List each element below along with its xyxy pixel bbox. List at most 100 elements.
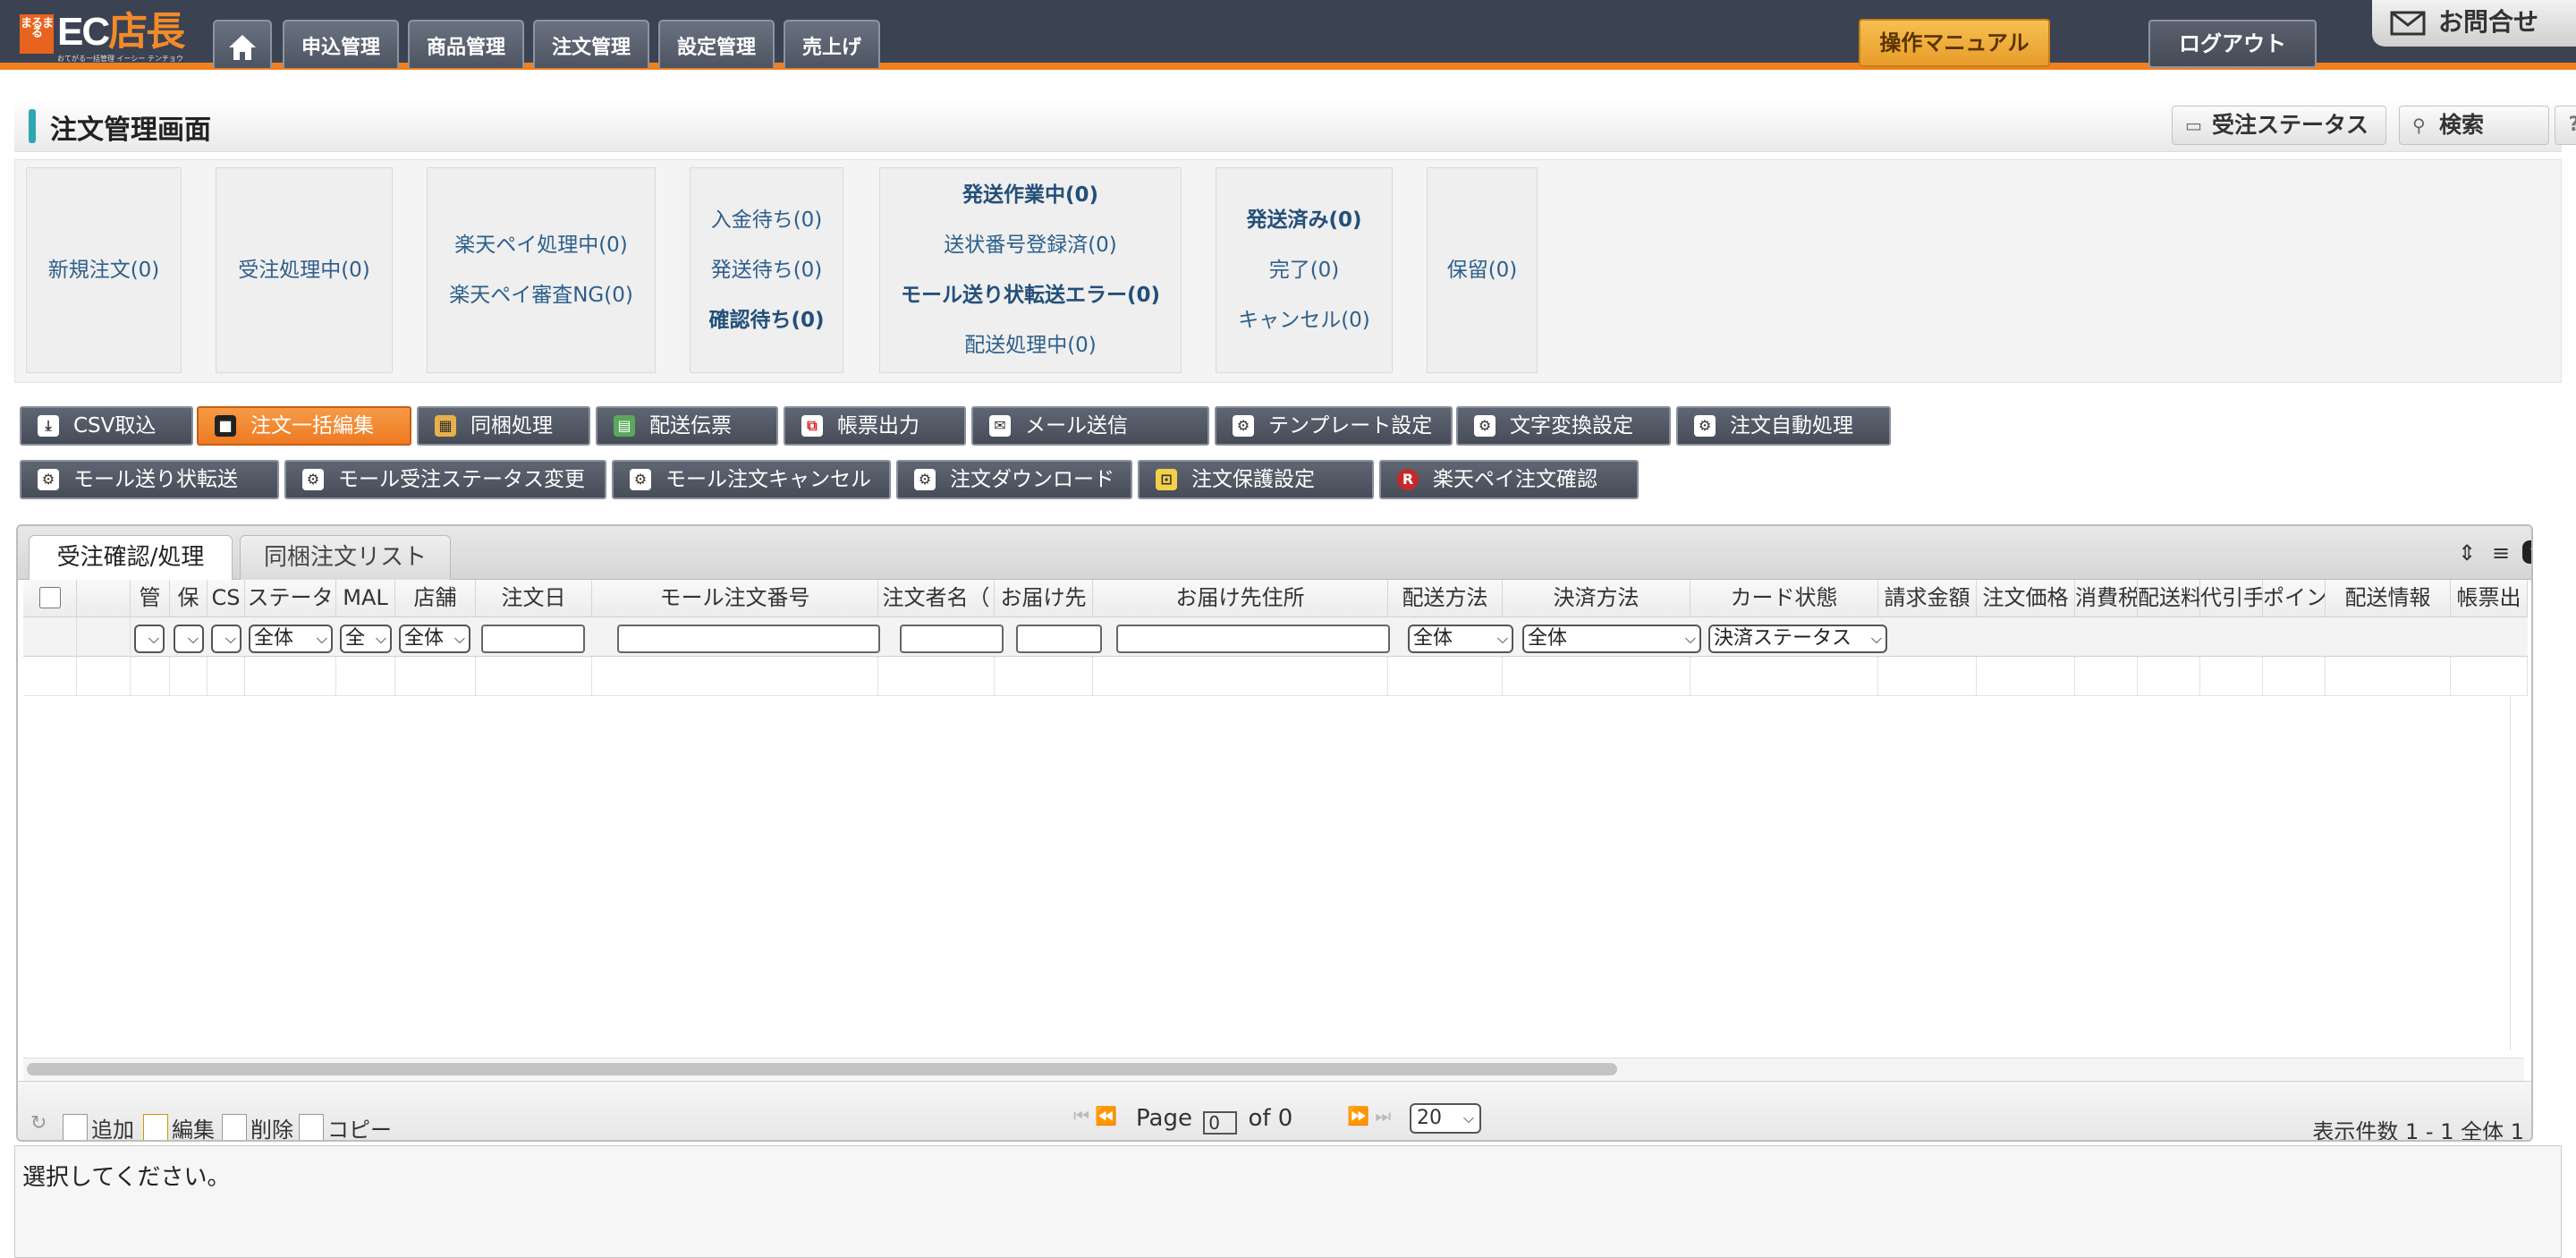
- bundle-button[interactable]: ▦ 同梱処理: [417, 406, 590, 446]
- home-tab[interactable]: [213, 20, 272, 68]
- filter-orderer-name-input[interactable]: [900, 625, 1004, 653]
- col-billing-amount[interactable]: 請求金額: [1878, 580, 1977, 617]
- template-settings-button[interactable]: ⚙ テンプレート設定: [1215, 406, 1453, 446]
- col-order-date[interactable]: 注文日: [476, 580, 592, 617]
- col-manage[interactable]: 管: [131, 580, 170, 617]
- order-protection-button[interactable]: ⊡ 注文保護設定: [1138, 460, 1374, 499]
- col-shipping-fee[interactable]: 配送料: [2138, 580, 2200, 617]
- col-delivery-info[interactable]: 配送情報: [2326, 580, 2451, 617]
- shipping-slip-button[interactable]: ▤ 配送伝票: [596, 406, 778, 446]
- col-cs[interactable]: CS: [208, 580, 245, 617]
- tab-bundle-list[interactable]: 同梱注文リスト: [240, 535, 451, 580]
- status-processing[interactable]: 受注処理中(0): [238, 251, 370, 289]
- col-order-price[interactable]: 注文価格: [1977, 580, 2075, 617]
- sort-icon[interactable]: ⇕: [2454, 540, 2479, 565]
- copy-button[interactable]: コピー: [299, 1112, 392, 1140]
- bulk-edit-button[interactable]: ■ 注文一括編集: [197, 406, 411, 446]
- first-page-icon[interactable]: ⏮ ⏪: [1073, 1105, 1117, 1126]
- filter-address-input[interactable]: [1116, 625, 1390, 653]
- status-shipped[interactable]: 発送済み(0): [1246, 201, 1361, 239]
- filter-card-select[interactable]: 決済ステータス ⌵: [1708, 625, 1887, 653]
- refresh-icon[interactable]: ↻: [30, 1112, 47, 1135]
- col-orderer-name[interactable]: 注文者名（: [878, 580, 995, 617]
- char-convert-button[interactable]: ⚙ 文字変換設定: [1456, 406, 1671, 446]
- status-tracking-registered[interactable]: 送状番号登録済(0): [944, 226, 1117, 264]
- col-protect[interactable]: 保: [170, 580, 208, 617]
- col-card-status[interactable]: カード状態: [1690, 580, 1878, 617]
- logout-button[interactable]: ログアウト: [2148, 20, 2317, 68]
- col-payment-method[interactable]: 決済方法: [1503, 580, 1690, 617]
- status-delivery-processing[interactable]: 配送処理中(0): [964, 327, 1097, 364]
- col-recipient-address[interactable]: お届け先住所: [1093, 580, 1388, 617]
- filter-shop-select[interactable]: 全体 ⌵: [399, 625, 470, 653]
- nav-products[interactable]: 商品管理: [408, 20, 524, 68]
- delete-button[interactable]: 削除: [222, 1112, 293, 1140]
- forms-output-button[interactable]: ⧉ 帳票出力: [784, 406, 966, 446]
- status-cancelled[interactable]: キャンセル(0): [1238, 302, 1370, 339]
- filter-manage-select[interactable]: ⌵: [134, 625, 165, 653]
- col-mall-order-no[interactable]: モール注文番号: [592, 580, 878, 617]
- per-page-select[interactable]: 20 ⌵: [1410, 1103, 1481, 1134]
- nav-application[interactable]: 申込管理: [283, 20, 399, 68]
- filter-shipping-select[interactable]: 全体 ⌵: [1408, 625, 1513, 653]
- table-cell: [208, 657, 245, 696]
- status-shipping-in-progress[interactable]: 発送作業中(0): [962, 176, 1098, 214]
- auto-process-button[interactable]: ⚙ 注文自動処理: [1676, 406, 1891, 446]
- table-cell: [1977, 657, 2075, 696]
- nav-orders[interactable]: 注文管理: [533, 20, 649, 68]
- filter-protect-select[interactable]: ⌵: [174, 625, 204, 653]
- inquiry-button[interactable]: お問合せ: [2372, 0, 2576, 47]
- col-shipping-method[interactable]: 配送方法: [1388, 580, 1503, 617]
- filter-order-date-input[interactable]: [481, 625, 585, 653]
- app-logo[interactable]: まるまる EC店長 おてがる一括管理 イーシー テンチョウ: [20, 11, 194, 63]
- status-awaiting-shipment[interactable]: 発送待ち(0): [711, 251, 823, 289]
- col-status[interactable]: ステータ: [245, 580, 336, 617]
- status-completed[interactable]: 完了(0): [1269, 251, 1340, 289]
- scrollbar-thumb[interactable]: [27, 1063, 1617, 1075]
- menu-icon[interactable]: ≡: [2488, 540, 2513, 565]
- status-awaiting-confirmation[interactable]: 確認待ち(0): [708, 302, 824, 339]
- table-cell: [995, 657, 1093, 696]
- mall-waybill-transfer-button[interactable]: ⚙ モール送り状転送: [20, 460, 279, 499]
- filter-recipient-input[interactable]: [1016, 625, 1102, 653]
- mall-status-change-button[interactable]: ⚙ モール受注ステータス変更: [284, 460, 606, 499]
- nav-sales[interactable]: 売上げ: [784, 20, 880, 68]
- filter-mall-select[interactable]: 全 ⌵: [340, 625, 392, 653]
- mall-cancel-button[interactable]: ⚙ モール注文キャンセル: [612, 460, 891, 499]
- filter-cs-select[interactable]: ⌵: [211, 625, 242, 653]
- help-button[interactable]: ?: [2555, 106, 2576, 145]
- add-button[interactable]: 追加: [63, 1112, 134, 1140]
- col-shop[interactable]: 店舗: [395, 580, 476, 617]
- col-tax[interactable]: 消費税: [2075, 580, 2138, 617]
- filter-payment-select[interactable]: 全体 ⌵: [1522, 625, 1701, 653]
- col-forms[interactable]: 帳票出: [2451, 580, 2528, 617]
- status-rakutenpay-ng[interactable]: 楽天ペイ審査NG(0): [449, 276, 633, 314]
- search-button[interactable]: ⚲ 検索: [2399, 106, 2549, 145]
- last-page-icon[interactable]: ⏩ ⏭: [1347, 1105, 1391, 1126]
- select-all-checkbox[interactable]: [38, 587, 61, 608]
- col-cod-fee[interactable]: 代引手: [2200, 580, 2263, 617]
- status-mall-transfer-error[interactable]: モール送り状転送エラー(0): [901, 276, 1160, 314]
- manual-button[interactable]: 操作マニュアル: [1859, 19, 2050, 67]
- nav-settings[interactable]: 設定管理: [658, 20, 775, 68]
- table-row[interactable]: [23, 657, 2528, 696]
- col-recipient[interactable]: お届け先: [995, 580, 1093, 617]
- status-awaiting-payment[interactable]: 入金待ち(0): [711, 201, 823, 239]
- collapse-icon[interactable]: ⌃: [2522, 540, 2531, 564]
- status-rakutenpay-processing[interactable]: 楽天ペイ処理中(0): [454, 226, 628, 264]
- status-new-orders[interactable]: 新規注文(0): [48, 251, 160, 289]
- status-on-hold[interactable]: 保留(0): [1447, 251, 1518, 289]
- filter-status-select[interactable]: 全体 ⌵: [249, 625, 333, 653]
- order-status-button[interactable]: ▭ 受注ステータス: [2172, 106, 2386, 145]
- filter-mall-order-no-input[interactable]: [617, 625, 880, 653]
- order-protection-label: 注文保護設定: [1191, 468, 1315, 491]
- order-download-button[interactable]: ⚙ 注文ダウンロード: [896, 460, 1132, 499]
- col-points[interactable]: ポイン: [2263, 580, 2326, 617]
- rakutenpay-confirm-button[interactable]: R 楽天ペイ注文確認: [1379, 460, 1639, 499]
- edit-button[interactable]: 編集: [143, 1112, 215, 1140]
- tab-order-confirm[interactable]: 受注確認/処理: [29, 535, 233, 581]
- send-mail-button[interactable]: ✉ メール送信: [971, 406, 1209, 446]
- csv-import-button[interactable]: ⤓ CSV取込: [20, 406, 193, 446]
- col-mall[interactable]: MAL: [336, 580, 395, 617]
- page-input[interactable]: 0: [1203, 1111, 1238, 1135]
